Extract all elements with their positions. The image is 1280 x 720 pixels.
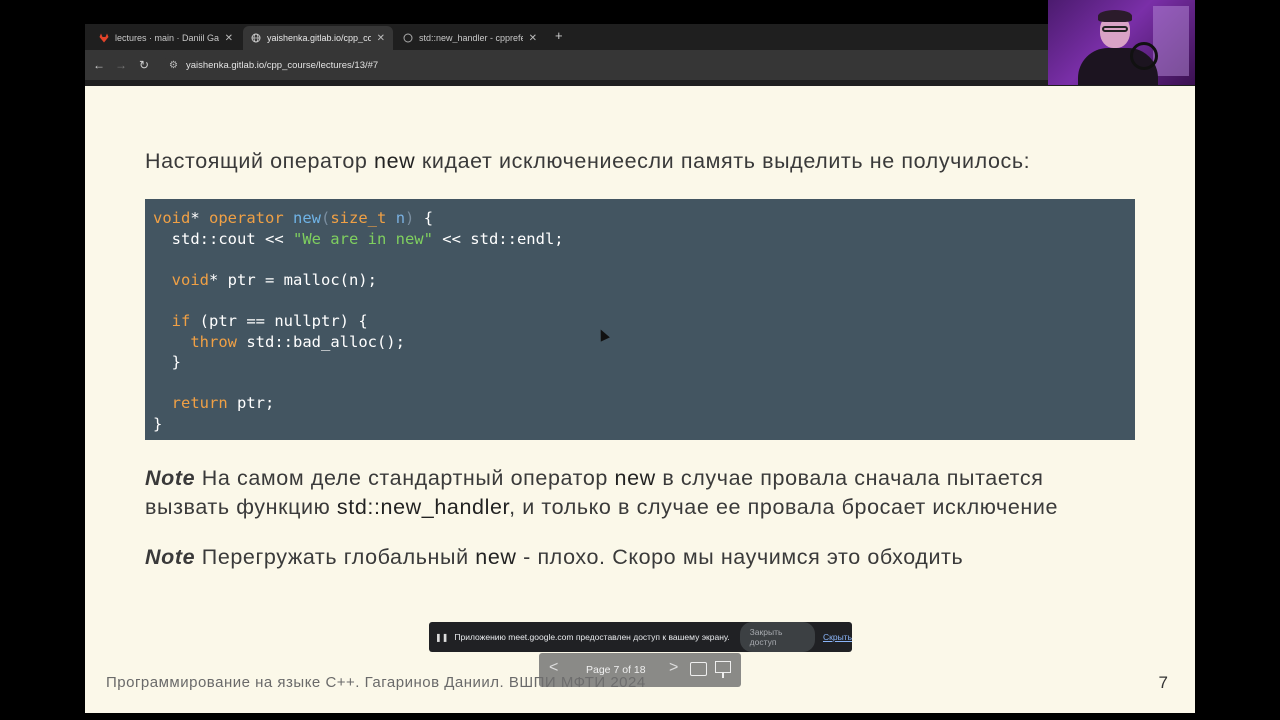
note-new-handler: Note На самом деле стандартный оператор … xyxy=(145,466,1059,519)
fullscreen-icon[interactable] xyxy=(690,662,707,676)
forward-arrow-icon[interactable]: → xyxy=(113,57,129,73)
site-settings-icon[interactable]: ⚙ xyxy=(169,60,178,71)
close-icon[interactable]: ✕ xyxy=(529,33,537,44)
tab-title: yaishenka.gitlab.io/cpp_cours xyxy=(267,33,371,43)
share-message: Приложению meet.google.com предоставлен … xyxy=(454,632,730,642)
back-arrow-icon[interactable]: ← xyxy=(91,57,107,73)
chevron-right-icon[interactable]: > xyxy=(669,659,678,677)
close-icon[interactable]: ✕ xyxy=(377,33,385,44)
browser-window: lectures · main · Daniil Gagari ✕ yaishe… xyxy=(85,24,1195,86)
hide-link[interactable]: Скрыть xyxy=(823,632,852,642)
url-text[interactable]: yaishenka.gitlab.io/cpp_course/lectures/… xyxy=(186,60,378,71)
background-shelf xyxy=(1153,6,1189,76)
tab-strip: lectures · main · Daniil Gagari ✕ yaishe… xyxy=(85,24,1195,50)
gitlab-icon xyxy=(99,33,109,43)
note-label: Note xyxy=(145,545,196,569)
slide-page-number: 7 xyxy=(1158,673,1168,692)
chevron-left-icon[interactable]: < xyxy=(549,659,558,677)
tab-title: lectures · main · Daniil Gagari xyxy=(115,33,219,43)
note-label: Note xyxy=(145,466,196,490)
tab-cppreference[interactable]: std::new_handler - cpprefere ✕ xyxy=(395,26,545,50)
browser-toolbar: ← → ↻ ⚙ yaishenka.gitlab.io/cpp_course/l… xyxy=(85,50,1195,80)
microphone xyxy=(1130,42,1158,70)
reload-icon[interactable]: ↻ xyxy=(136,57,152,73)
tab-course[interactable]: yaishenka.gitlab.io/cpp_cours ✕ xyxy=(243,26,393,50)
pdf-page-navigator: < Page 7 of 18 > xyxy=(539,653,741,687)
screen-share-notification: ❚❚ Приложению meet.google.com предоставл… xyxy=(429,622,852,652)
tab-lectures[interactable]: lectures · main · Daniil Gagari ✕ xyxy=(91,26,241,50)
globe-icon xyxy=(251,33,261,43)
stop-sharing-button[interactable]: Закрыть доступ xyxy=(739,622,815,652)
slide-intro-text: Настоящий оператор new кидает исключение… xyxy=(145,149,1031,173)
person-hair xyxy=(1098,10,1132,22)
address-bar[interactable]: ⚙ yaishenka.gitlab.io/cpp_course/lecture… xyxy=(163,54,1063,76)
tab-title: std::new_handler - cpprefere xyxy=(419,33,523,43)
cppreference-icon xyxy=(403,33,413,43)
page-indicator: Page 7 of 18 xyxy=(586,664,646,676)
note-global-new: Note Перегружать глобальный new - плохо.… xyxy=(145,545,964,569)
code-listing: void* operator new(size_t n) { std::cout… xyxy=(153,209,564,433)
code-block: void* operator new(size_t n) { std::cout… xyxy=(145,199,1135,440)
new-tab-button[interactable]: + xyxy=(555,28,563,43)
person-glasses xyxy=(1102,26,1128,32)
close-icon[interactable]: ✕ xyxy=(225,33,233,44)
pause-icon: ❚❚ xyxy=(435,632,449,642)
keyword-new: new xyxy=(374,149,416,173)
presentation-slide: Настоящий оператор new кидает исключение… xyxy=(85,86,1195,713)
webcam-video xyxy=(1048,0,1195,85)
presentation-icon[interactable] xyxy=(715,661,731,678)
